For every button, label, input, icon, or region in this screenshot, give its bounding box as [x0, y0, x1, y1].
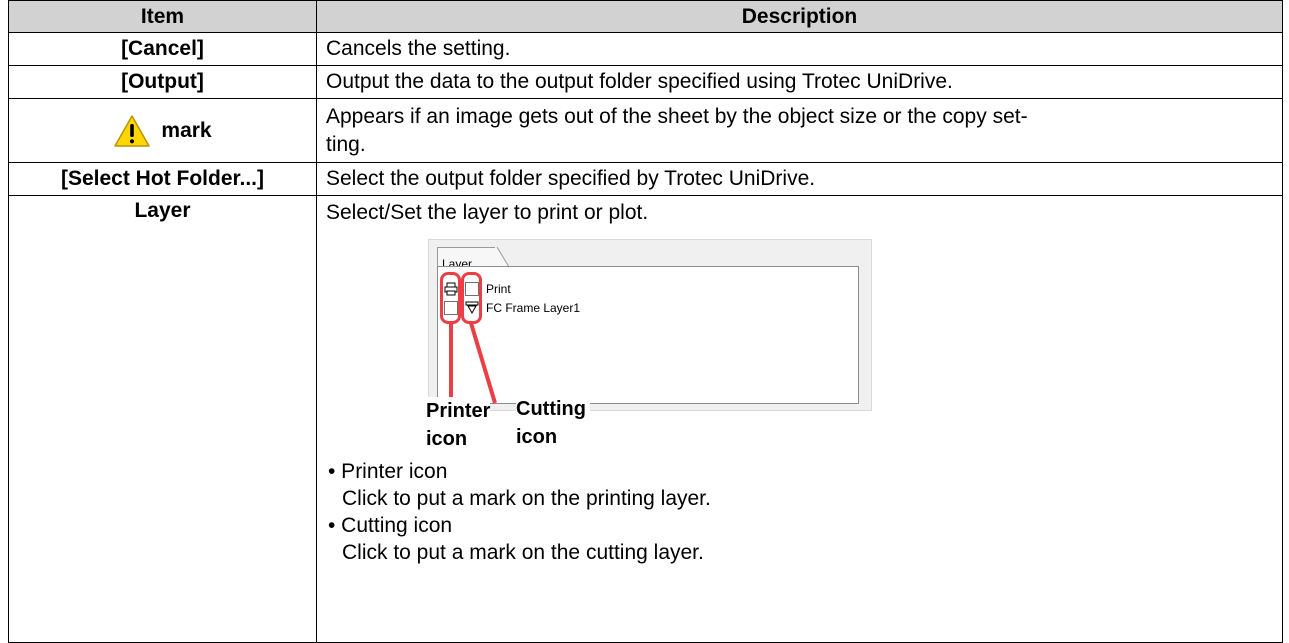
desc-mark-line2: ting. — [326, 132, 366, 156]
desc-layer: Select/Set the layer to print or plot. L… — [316, 195, 1283, 643]
bullet-printer-text: Click to put a mark on the printing laye… — [342, 487, 711, 510]
cutting-callout: Cutting icon — [516, 395, 590, 451]
item-description-table: Item Description [Cancel] Cancels the se… — [8, 0, 1283, 643]
tab-edge — [495, 247, 509, 267]
cutting-column-highlight — [461, 272, 482, 324]
printer-column-highlight — [440, 272, 461, 324]
desc-cancel: Cancels the setting. — [316, 32, 1283, 66]
desc-layer-text: Select/Set the layer to print or plot. — [326, 201, 649, 224]
tab-layer[interactable]: Layer — [437, 247, 497, 271]
bullet-cutting-text: Click to put a mark on the cutting layer… — [342, 541, 704, 564]
mark-label: mark — [161, 118, 212, 142]
bullet-printer-title: • Printer icon — [328, 460, 448, 483]
printer-callout-line2: icon — [426, 428, 468, 450]
item-output: [Output] — [8, 65, 317, 99]
bullet-cutting-title: • Cutting icon — [328, 514, 453, 537]
printer-leader-line — [449, 323, 453, 403]
layer-bullet-list: • Printer icon Click to put a mark on th… — [328, 458, 1282, 566]
desc-mark-line1: Appears if an image gets out of the shee… — [326, 104, 1028, 128]
header-item: Item — [8, 0, 317, 33]
cutting-leader-line — [469, 323, 497, 404]
cutting-callout-line1: Cutting — [516, 398, 586, 420]
desc-output: Output the data to the output folder spe… — [316, 65, 1283, 99]
layer-name-fc-frame: FC Frame Layer1 — [486, 301, 581, 315]
layer-panel-figure: Layer Print FC Frame Layer1 Printer icon… — [426, 237, 886, 453]
item-layer: Layer — [8, 195, 317, 643]
item-select-hot-folder: [Select Hot Folder...] — [8, 162, 317, 196]
desc-mark: Appears if an image gets out of the shee… — [316, 98, 1283, 163]
desc-select-hot-folder: Select the output folder specified by Tr… — [316, 162, 1283, 196]
warning-triangle-icon — [114, 114, 151, 147]
printer-callout: Printer icon — [426, 397, 491, 453]
printer-callout-line1: Printer — [426, 400, 491, 422]
header-description: Description — [316, 0, 1283, 33]
cutting-callout-line2: icon — [516, 426, 558, 448]
item-mark: mark — [8, 98, 317, 163]
item-cancel: [Cancel] — [8, 32, 317, 66]
